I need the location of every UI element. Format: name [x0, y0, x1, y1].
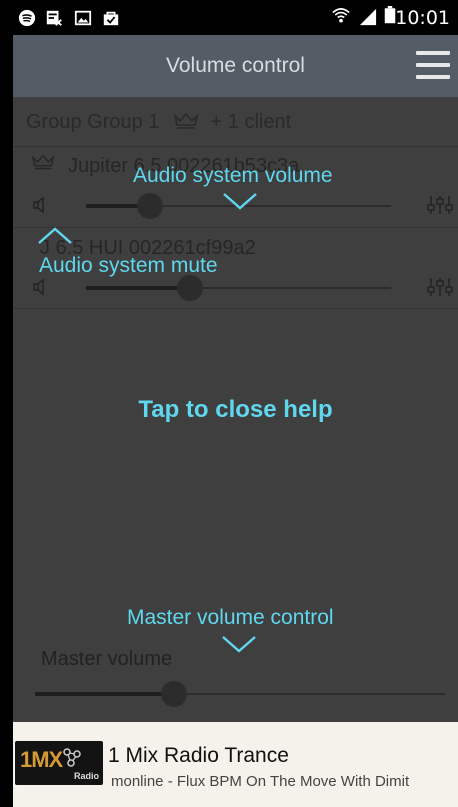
station-logo-text: 1MX — [20, 747, 63, 772]
equalizer-icon[interactable] — [426, 276, 454, 298]
wifi-icon — [332, 8, 350, 23]
hamburger-menu-icon[interactable] — [416, 48, 450, 82]
tv-icon — [46, 10, 62, 26]
status-bar: 10:01 — [13, 0, 458, 35]
speaker-mute-button[interactable] — [33, 196, 51, 214]
station-logo-sub: Radio — [73, 771, 99, 781]
client-divider — [13, 227, 458, 228]
group-header[interactable]: Group Group 1 + 1 client — [13, 97, 458, 147]
master-volume-label: Master volume — [41, 648, 173, 670]
status-time: 10:01 — [395, 7, 450, 29]
master-volume-fill — [35, 692, 175, 696]
help-audio-system-mute: Audio system mute — [39, 254, 218, 277]
station-name: 1 Mix Radio Trance — [108, 744, 289, 767]
chevron-up-icon — [38, 227, 72, 244]
client-volume-thumb[interactable] — [176, 275, 203, 301]
signal-icon — [359, 8, 377, 26]
now-playing-bar[interactable]: 1MX Radio 1 Mix Radio Trance monline - F… — [13, 722, 458, 807]
app-screen: 10:01 Volume control Group Group 1 + 1 c… — [13, 0, 458, 807]
chevron-down-icon — [223, 193, 257, 210]
client-divider — [13, 308, 458, 309]
client-volume-fill — [86, 286, 190, 290]
help-audio-system-volume: Audio system volume — [133, 164, 333, 187]
app-bar: Volume control — [13, 35, 458, 97]
speaker-mute-button[interactable] — [33, 278, 51, 296]
equalizer-icon[interactable] — [426, 194, 454, 216]
client-volume-thumb[interactable] — [137, 193, 164, 219]
group-label: Group Group 1 + 1 client — [26, 111, 291, 134]
master-volume-slider[interactable] — [35, 681, 445, 707]
station-logo: 1MX Radio — [15, 741, 103, 785]
chevron-down-icon — [222, 636, 256, 653]
bag-icon — [103, 11, 119, 26]
client-volume-slider[interactable] — [86, 275, 391, 301]
crown-icon — [173, 112, 199, 129]
crown-icon — [31, 154, 55, 170]
tap-to-close-help[interactable]: Tap to close help — [13, 396, 458, 424]
spotify-icon — [18, 9, 36, 27]
master-volume-thumb[interactable] — [161, 681, 188, 707]
app-bar-title: Volume control — [166, 54, 305, 77]
help-master-volume-control: Master volume control — [127, 606, 334, 629]
image-icon — [74, 10, 92, 26]
group-name: Group Group 1 — [26, 111, 160, 133]
molecule-icon — [63, 748, 81, 767]
now-playing-track: monline - Flux BPM On The Move With Dimi… — [111, 773, 410, 790]
group-client-count: + 1 client — [210, 111, 292, 133]
